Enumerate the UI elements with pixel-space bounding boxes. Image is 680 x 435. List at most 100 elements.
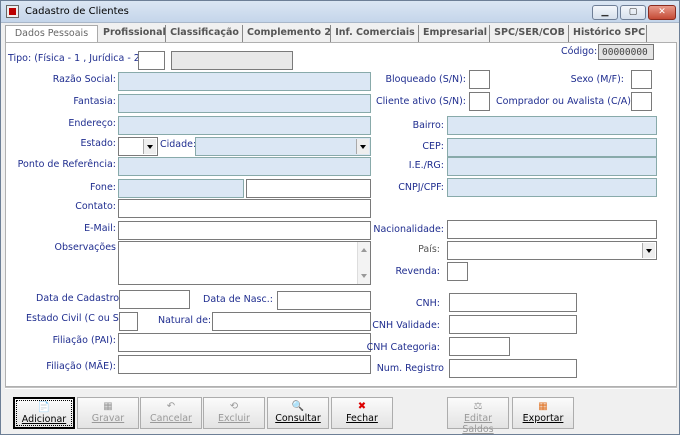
bloqueado-field[interactable] <box>469 70 490 89</box>
natural-label: Natural de: <box>158 315 212 326</box>
endereco-field[interactable] <box>118 116 371 135</box>
adicionar-button[interactable]: 📄 Adicionar <box>13 397 75 429</box>
excluir-button[interactable]: ⟲ Excluir <box>203 397 265 429</box>
cnh-label: CNH: <box>415 298 440 309</box>
filiacao-mae-field[interactable] <box>118 355 371 374</box>
bairro-label: Bairro: <box>412 120 444 131</box>
cliente-ativo-label: Cliente ativo (S/N): <box>376 96 466 107</box>
add-document-icon: 📄 <box>37 402 51 413</box>
gravar-button[interactable]: ▦ Gravar <box>77 397 139 429</box>
close-icon: ✖ <box>357 401 367 412</box>
window: Cadastro de Clientes ▁ ▢ ✕ Dados Pessoai… <box>0 0 680 435</box>
fone-label: Fone: <box>89 182 116 193</box>
razao-social-field[interactable] <box>118 72 371 91</box>
sexo-field[interactable] <box>631 70 652 89</box>
separator <box>5 387 677 389</box>
chevron-down-icon[interactable] <box>642 243 655 258</box>
minimize-button[interactable]: ▁ <box>592 5 618 20</box>
estado-label: Estado: <box>80 138 116 149</box>
tab-dados-pessoais[interactable]: Dados Pessoais <box>5 25 98 43</box>
search-icon: 🔍 <box>291 401 305 412</box>
window-title: Cadastro de Clientes <box>25 6 129 17</box>
cnpj-cpf-field[interactable] <box>447 178 657 197</box>
export-grid-icon: ▦ <box>538 401 548 412</box>
cnh-field[interactable] <box>449 293 577 312</box>
contato-label: Contato: <box>75 201 116 212</box>
cliente-ativo-field[interactable] <box>469 92 490 111</box>
tipo-description-field <box>171 51 293 70</box>
codigo-value: 00000000 <box>598 44 654 60</box>
tipo-label: Tipo: (Física - 1 , Jurídica - 2): <box>8 53 147 64</box>
observacoes-label: Observações <box>54 242 116 253</box>
app-icon <box>6 5 19 18</box>
fone-field[interactable] <box>118 179 244 198</box>
data-nasc-label: Data de Nasc.: <box>203 294 273 305</box>
close-button[interactable]: ✕ <box>648 5 676 20</box>
codigo-label: Código: <box>561 46 598 57</box>
filiacao-mae-label: Filiação (MÃE): <box>46 361 116 372</box>
nacionalidade-field[interactable] <box>447 220 657 239</box>
consultar-button[interactable]: 🔍 Consultar <box>267 397 329 429</box>
exportar-button[interactable]: ▦ Exportar <box>512 397 574 429</box>
filiacao-pai-field[interactable] <box>118 333 371 352</box>
title-bar: Cadastro de Clientes ▁ ▢ ✕ <box>1 1 679 23</box>
cnh-validade-label: CNH Validade: <box>372 320 440 331</box>
undo-icon: ↶ <box>166 401 176 412</box>
cep-field[interactable] <box>447 138 657 157</box>
nacionalidade-label: Nacionalidade: <box>373 224 444 235</box>
cidade-select[interactable] <box>195 137 371 156</box>
razao-social-label: Razão Social: <box>52 74 116 85</box>
edit-balance-icon: ⚖ <box>473 401 483 412</box>
num-registro-label: Num. Registro <box>376 363 444 374</box>
data-cadastro-field[interactable] <box>119 290 190 309</box>
fantasia-field[interactable] <box>118 94 371 113</box>
tipo-field[interactable] <box>138 51 165 70</box>
estado-civil-label: Estado Civil (C ou S): <box>26 313 126 324</box>
maximize-button[interactable]: ▢ <box>620 5 646 20</box>
natural-field[interactable] <box>212 312 371 331</box>
sexo-label: Sexo (M/F): <box>570 74 624 85</box>
tab-page-dados-pessoais: Tipo: (Física - 1 , Jurídica - 2): Códig… <box>5 42 677 387</box>
tab-classificacao[interactable]: Classificação <box>167 25 243 42</box>
filiacao-pai-label: Filiação (PAI): <box>52 335 116 346</box>
email-field[interactable] <box>118 221 371 240</box>
email-label: E-Mail: <box>84 223 116 234</box>
fone2-field[interactable] <box>246 179 371 198</box>
comprador-avalista-label: Comprador ou Avalista (C/A): <box>496 96 635 107</box>
num-registro-field[interactable] <box>449 359 577 378</box>
data-cadastro-label: Data de Cadastro: <box>36 293 123 304</box>
contato-field[interactable] <box>118 199 371 218</box>
cnh-categoria-field[interactable] <box>449 337 510 356</box>
pais-label: País: <box>418 244 440 255</box>
tab-historico-spc[interactable]: Histórico SPC <box>570 25 647 42</box>
tab-inf-comerciais[interactable]: Inf. Comerciais <box>332 25 419 42</box>
cnpj-cpf-label: CNPJ/CPF: <box>398 182 444 193</box>
tab-spc-ser-cob[interactable]: SPC/SER/COB <box>491 25 569 42</box>
tab-empresarial[interactable]: Empresarial <box>420 25 490 42</box>
ie-rg-field[interactable] <box>447 157 657 176</box>
ponto-referencia-field[interactable] <box>118 157 371 176</box>
observacoes-textarea[interactable] <box>118 241 371 285</box>
cidade-label: Cidade: <box>160 139 197 150</box>
tab-complemento-2[interactable]: Complemento 2 <box>244 25 331 42</box>
save-icon: ▦ <box>103 401 113 412</box>
toolbar: 📄 Adicionar ▦ Gravar ↶ Cancelar ⟲ Excluir 🔍 C… <box>9 394 677 435</box>
cancelar-button[interactable]: ↶ Cancelar <box>140 397 202 429</box>
ie-rg-label: I.E./RG: <box>408 160 444 171</box>
fechar-button[interactable]: ✖ Fechar <box>331 397 393 429</box>
cnh-validade-field[interactable] <box>449 315 577 334</box>
revenda-field[interactable] <box>447 262 468 281</box>
estado-civil-field[interactable] <box>119 312 138 331</box>
delete-icon: ⟲ <box>229 401 239 412</box>
editar-saldos-button[interactable]: ⚖ Editar Saldos <box>447 397 509 435</box>
bloqueado-label: Bloqueado (S/N): <box>385 74 467 85</box>
estado-select[interactable] <box>118 137 158 156</box>
pais-select[interactable] <box>447 241 657 260</box>
chevron-down-icon[interactable] <box>143 139 156 154</box>
revenda-label: Revenda: <box>395 266 440 277</box>
bairro-field[interactable] <box>447 116 657 135</box>
cnh-categoria-label: CNH Categoria: <box>366 342 440 353</box>
ponto-referencia-label: Ponto de Referência: <box>17 159 116 170</box>
tab-profissional[interactable]: Profissional <box>100 25 166 42</box>
comprador-avalista-field[interactable] <box>631 92 652 111</box>
